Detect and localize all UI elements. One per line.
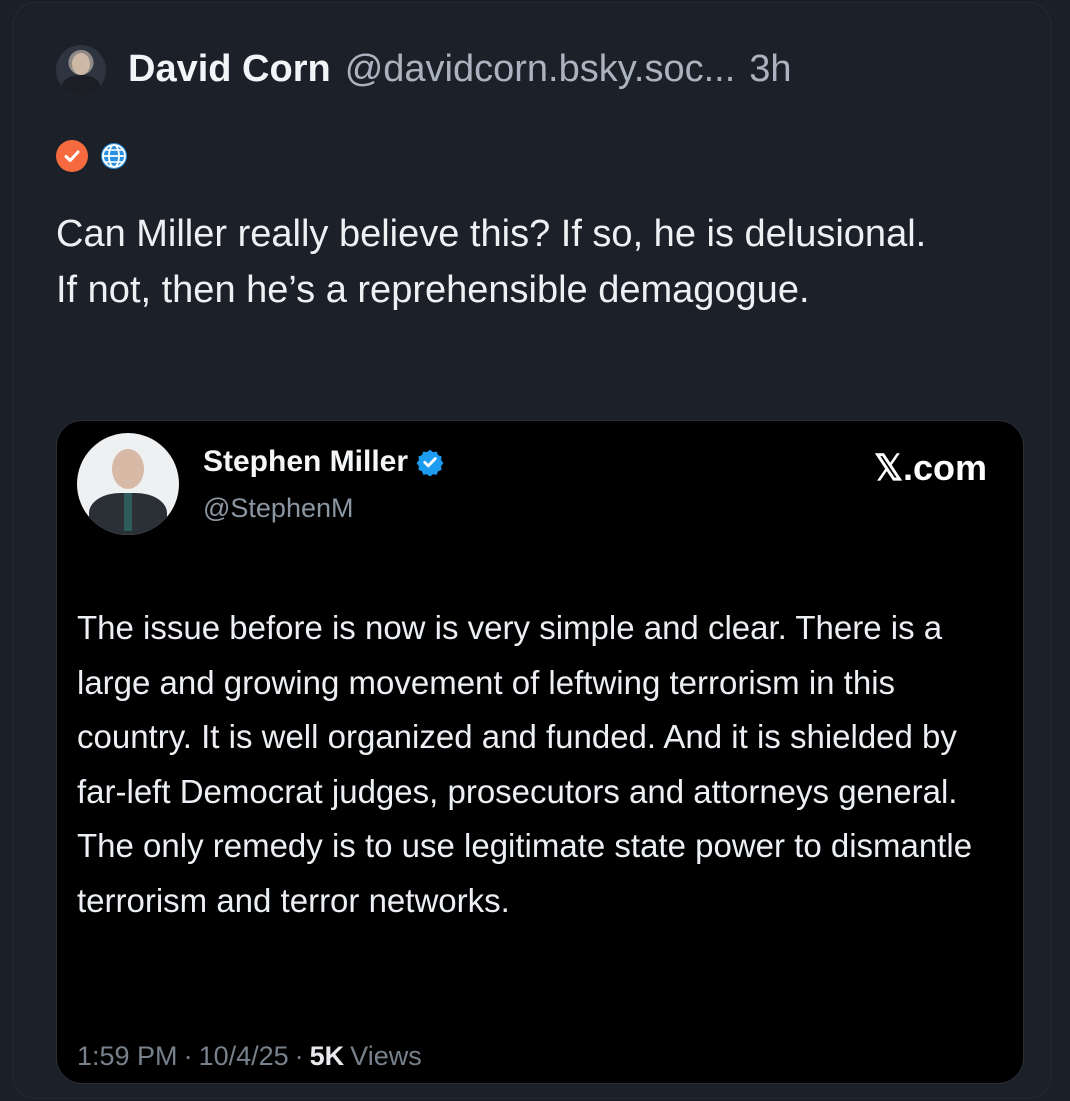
meta-separator: · <box>183 1041 193 1071</box>
author-avatar[interactable] <box>56 45 106 95</box>
author-badges <box>56 140 130 172</box>
verified-badge-icon <box>416 449 444 476</box>
views-count: 5K <box>309 1041 345 1071</box>
quoted-author-avatar[interactable] <box>77 433 179 535</box>
quoted-author-display-name[interactable]: Stephen Miller <box>203 445 408 479</box>
post-card[interactable]: David Corn @davidcorn.bsky.soc... 3h Can… <box>12 2 1052 1099</box>
quoted-author-name-row: Stephen Miller <box>203 445 444 479</box>
verified-check-icon <box>56 140 88 172</box>
quoted-post-card[interactable]: Stephen Miller @StephenM 𝕏.com The issue… <box>56 420 1024 1084</box>
author-handle[interactable]: @davidcorn.bsky.soc... <box>345 48 736 91</box>
quoted-author-handle[interactable]: @StephenM <box>203 493 354 524</box>
globe-icon <box>98 140 130 172</box>
author-display-name[interactable]: David Corn <box>128 48 331 91</box>
post-text: Can Miller really believe this? If so, h… <box>56 213 927 311</box>
post-time[interactable]: 3h <box>749 48 791 91</box>
views-label: Views <box>350 1041 422 1071</box>
quoted-post-time[interactable]: 1:59 PM <box>77 1041 178 1072</box>
quoted-post-text: The issue before is now is very simple a… <box>77 609 973 919</box>
quoted-post-date[interactable]: 10/4/25 <box>199 1041 289 1072</box>
quoted-post-meta: 1:59 PM · 10/4/25 · 5K Views <box>77 1041 422 1072</box>
source-label[interactable]: 𝕏.com <box>874 447 987 489</box>
post-header: David Corn @davidcorn.bsky.soc... 3h <box>128 48 792 96</box>
meta-separator: · <box>294 1041 304 1071</box>
